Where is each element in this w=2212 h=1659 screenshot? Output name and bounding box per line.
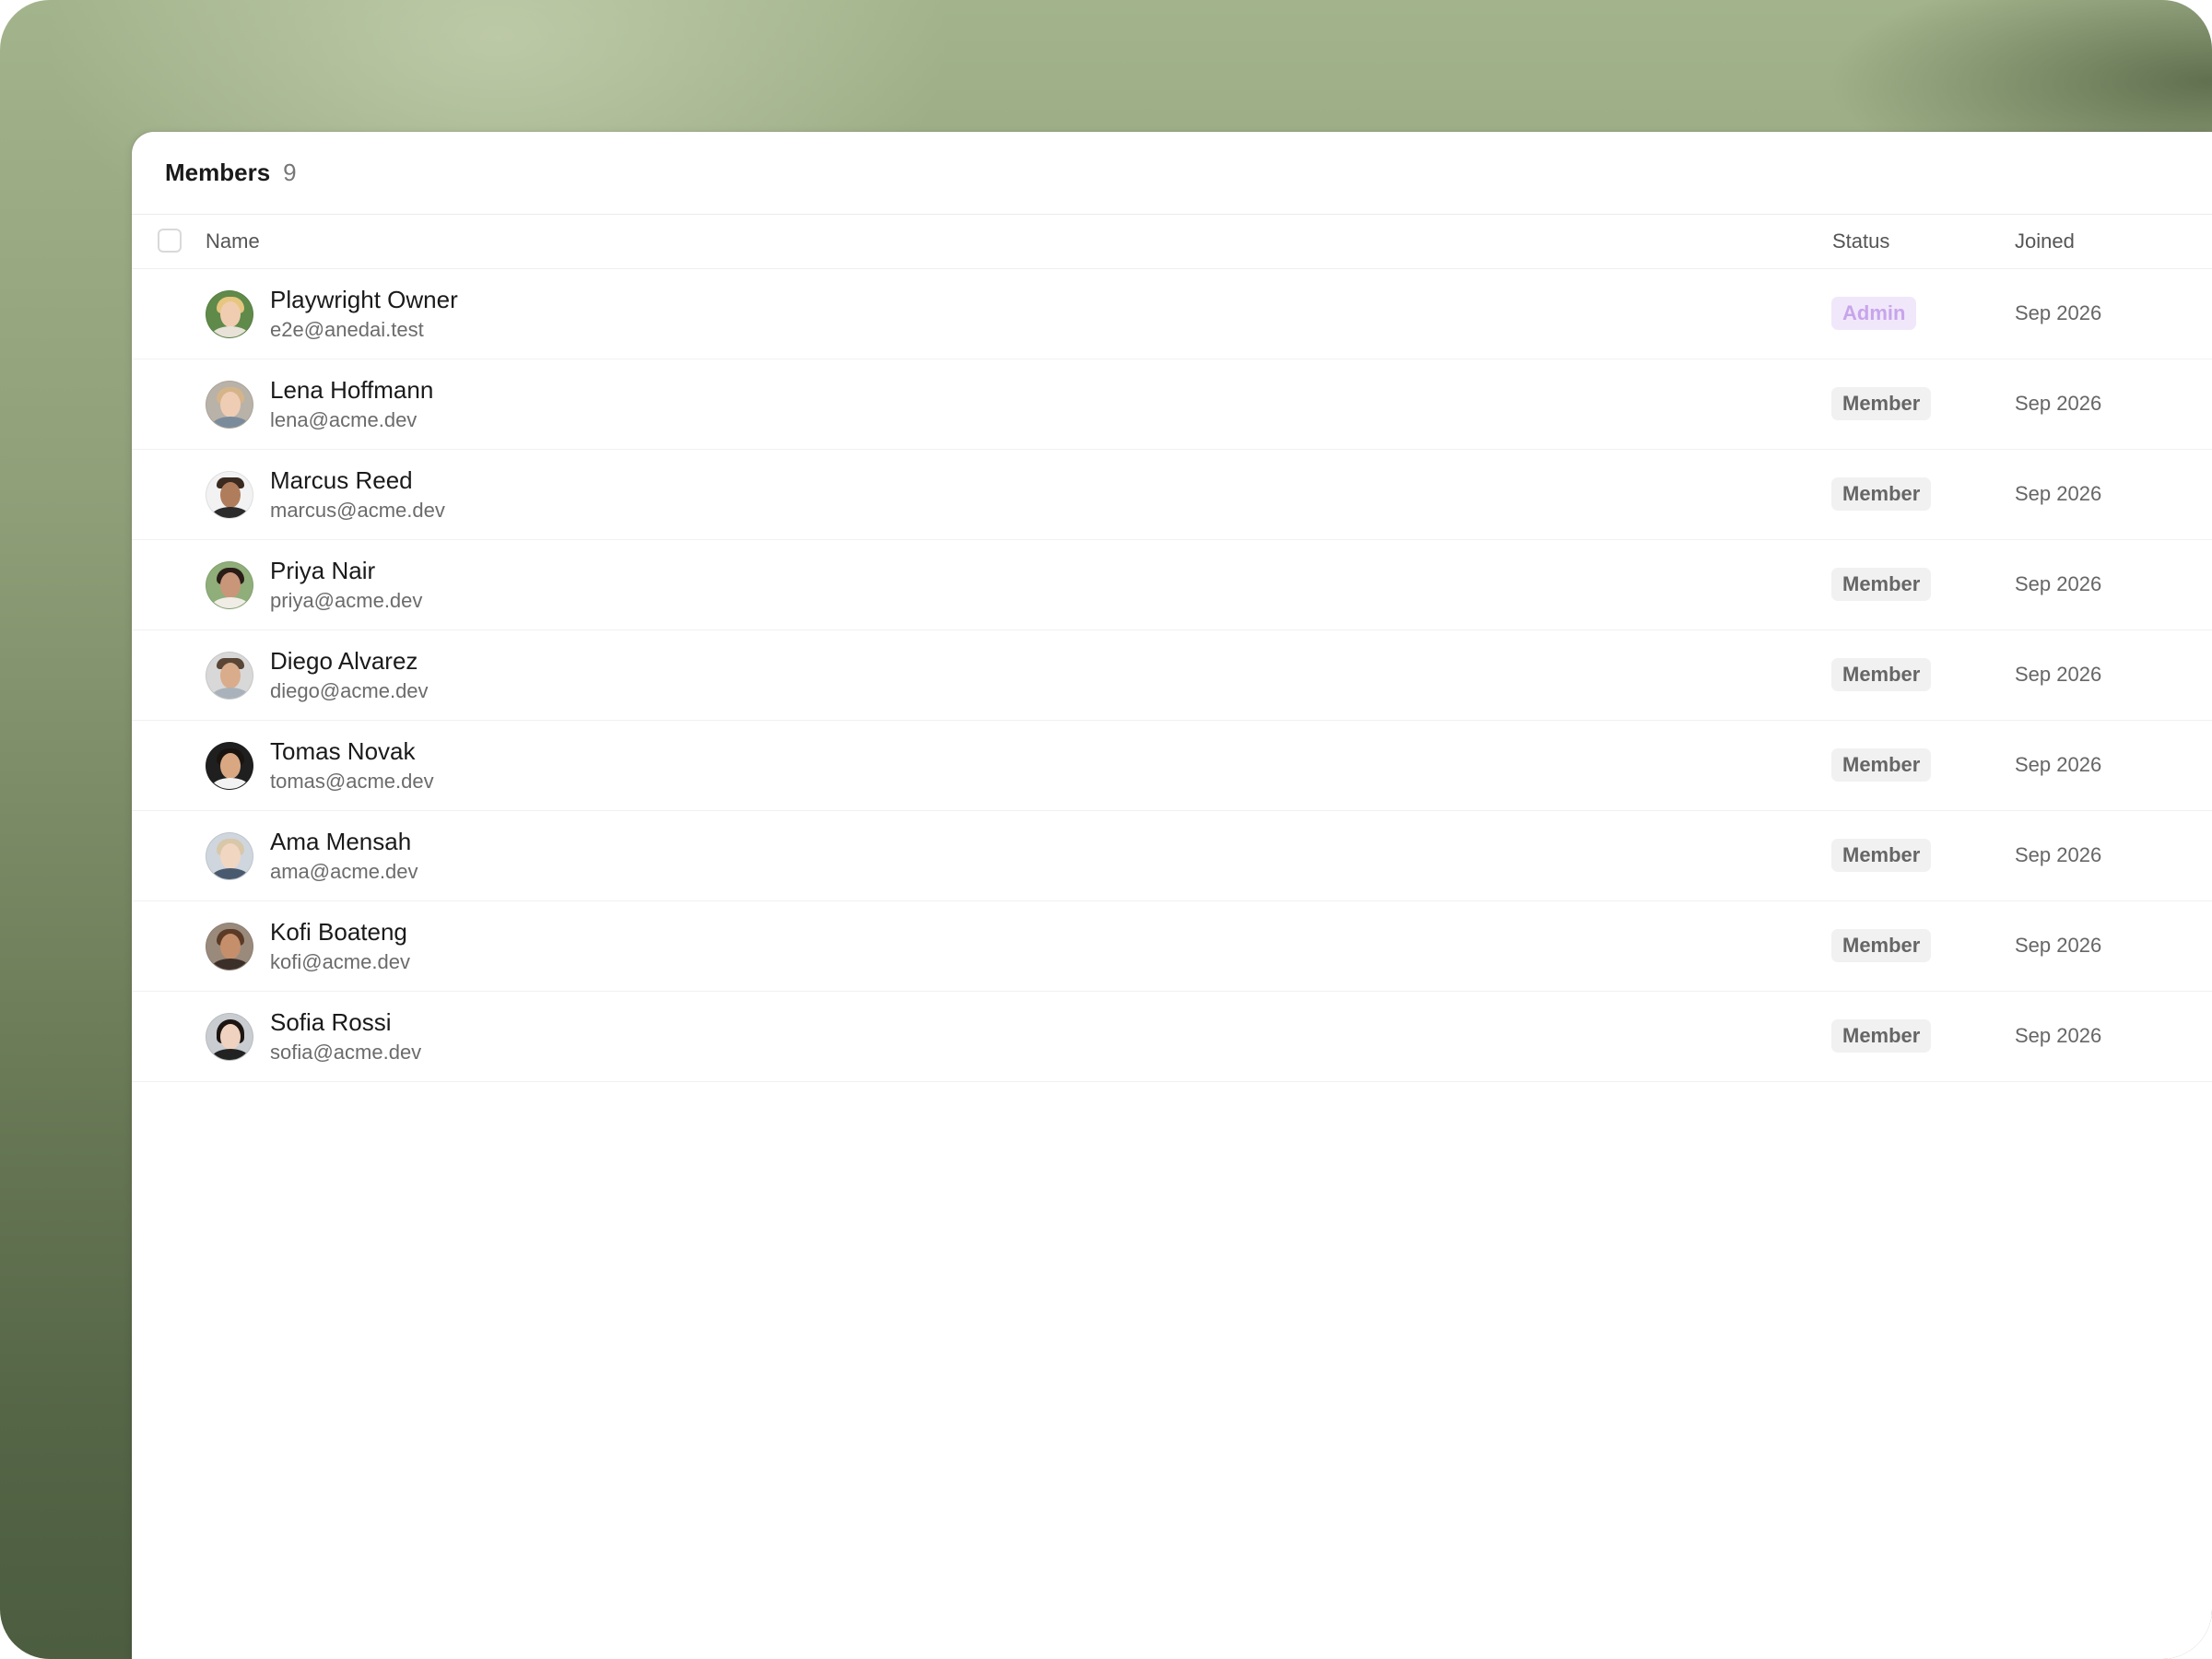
table-row[interactable]: Lena Hoffmann lena@acme.dev Member Sep 2… [132, 359, 2212, 450]
table-row[interactable]: Priya Nair priya@acme.dev Member Sep 202… [132, 540, 2212, 630]
status-badge: Member [1831, 1019, 1932, 1053]
status-badge: Member [1831, 658, 1932, 691]
table-row[interactable]: Kofi Boateng kofi@acme.dev Member Sep 20… [132, 901, 2212, 992]
member-email: e2e@anedai.test [270, 318, 424, 341]
avatar [206, 652, 253, 700]
joined-date: Sep 2026 [2015, 753, 2102, 776]
avatar [206, 381, 253, 429]
member-name: Kofi Boateng [270, 918, 407, 946]
joined-date: Sep 2026 [2015, 934, 2102, 957]
member-name: Priya Nair [270, 557, 376, 584]
avatar [206, 923, 253, 971]
member-email: kofi@acme.dev [270, 950, 410, 973]
joined-date: Sep 2026 [2015, 843, 2102, 866]
member-email: sofia@acme.dev [270, 1041, 422, 1064]
member-email: diego@acme.dev [270, 679, 429, 702]
member-name: Diego Alvarez [270, 647, 418, 675]
page-title: Members [165, 159, 271, 186]
members-table-body: Playwright Owner e2e@anedai.test Admin S… [132, 269, 2212, 1082]
member-name: Sofia Rossi [270, 1008, 392, 1036]
member-name: Lena Hoffmann [270, 376, 434, 404]
table-row[interactable]: Diego Alvarez diego@acme.dev Member Sep … [132, 630, 2212, 721]
member-email: priya@acme.dev [270, 589, 423, 612]
panel-header: Members 9 [132, 132, 2212, 215]
table-row[interactable]: Tomas Novak tomas@acme.dev Member Sep 20… [132, 721, 2212, 811]
member-name: Marcus Reed [270, 466, 413, 494]
member-email: marcus@acme.dev [270, 499, 445, 522]
column-header-status[interactable]: Status [1832, 229, 1889, 253]
table-row[interactable]: Marcus Reed marcus@acme.dev Member Sep 2… [132, 450, 2212, 540]
status-badge: Member [1831, 477, 1932, 511]
joined-date: Sep 2026 [2015, 1024, 2102, 1047]
joined-date: Sep 2026 [2015, 572, 2102, 595]
member-email: ama@acme.dev [270, 860, 418, 883]
joined-date: Sep 2026 [2015, 301, 2102, 324]
member-name: Ama Mensah [270, 828, 412, 855]
avatar [206, 832, 253, 880]
status-badge: Member [1831, 387, 1932, 420]
avatar [206, 561, 253, 609]
column-header-name[interactable]: Name [206, 229, 260, 253]
table-row[interactable]: Playwright Owner e2e@anedai.test Admin S… [132, 269, 2212, 359]
table-header: Name Status Joined [132, 215, 2212, 269]
status-badge: Member [1831, 748, 1932, 782]
members-panel: Members 9 Name Status Joined Playwright … [132, 132, 2212, 1659]
avatar [206, 742, 253, 790]
avatar [206, 471, 253, 519]
select-all-checkbox[interactable] [158, 229, 182, 253]
member-name: Playwright Owner [270, 286, 458, 313]
avatar [206, 290, 253, 338]
joined-date: Sep 2026 [2015, 482, 2102, 505]
column-header-joined[interactable]: Joined [2015, 229, 2075, 253]
avatar [206, 1013, 253, 1061]
table-row[interactable]: Ama Mensah ama@acme.dev Member Sep 2026 [132, 811, 2212, 901]
status-badge: Member [1831, 929, 1932, 962]
joined-date: Sep 2026 [2015, 663, 2102, 686]
status-badge: Admin [1831, 297, 1917, 330]
joined-date: Sep 2026 [2015, 392, 2102, 415]
window-frame: Members 9 Name Status Joined Playwright … [0, 0, 2212, 1659]
status-badge: Member [1831, 839, 1932, 872]
member-email: lena@acme.dev [270, 408, 418, 431]
member-name: Tomas Novak [270, 737, 416, 765]
status-badge: Member [1831, 568, 1932, 601]
member-count: 9 [283, 159, 297, 186]
member-email: tomas@acme.dev [270, 770, 434, 793]
table-row[interactable]: Sofia Rossi sofia@acme.dev Member Sep 20… [132, 992, 2212, 1082]
